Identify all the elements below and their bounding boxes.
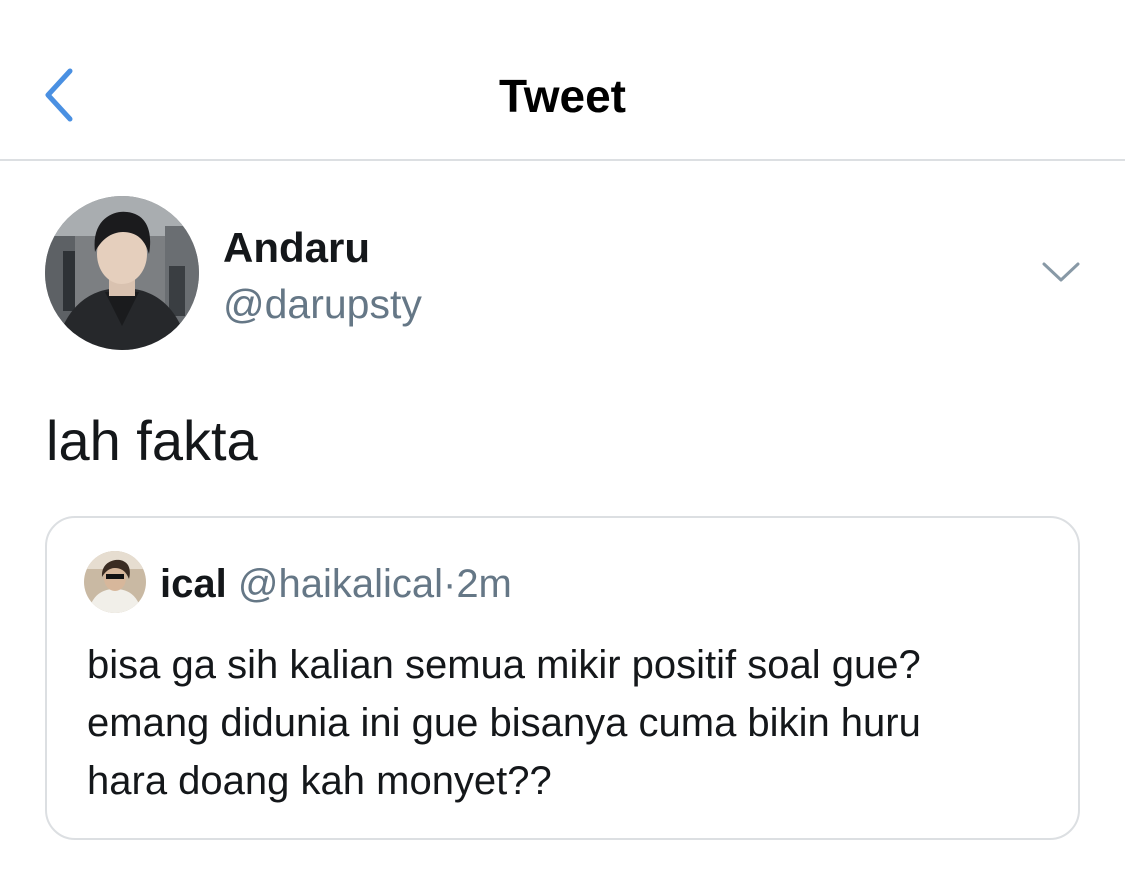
top-bar: Tweet (0, 0, 1125, 161)
tweet-menu-button[interactable] (1037, 252, 1085, 292)
chevron-down-icon (1042, 262, 1080, 282)
quoted-text: bisa ga sih kalian semua mikir positif s… (87, 636, 1057, 810)
quoted-text-line: emang didunia ini gue bisanya cuma bikin… (87, 701, 921, 745)
avatar[interactable] (45, 196, 199, 350)
author-name[interactable]: Andaru (223, 224, 370, 272)
quoted-text-line: hara doang kah monyet?? (87, 759, 552, 803)
quoted-time: 2m (456, 562, 512, 606)
quoted-text-line: bisa ga sih kalian semua mikir positif s… (87, 643, 921, 687)
quoted-tweet[interactable]: ical @haikalical·2m bisa ga sih kalian s… (45, 516, 1080, 840)
quoted-name[interactable]: ical (160, 562, 227, 606)
quoted-header: ical @haikalical·2m (160, 560, 512, 608)
quoted-avatar[interactable] (84, 551, 146, 613)
tweet-text: lah fakta (46, 409, 258, 472)
author-handle[interactable]: @darupsty (223, 280, 422, 328)
quoted-profile-photo (84, 551, 146, 613)
tweet-author: Andaru @darupsty (45, 196, 1085, 352)
quoted-separator: · (442, 562, 457, 606)
quoted-handle[interactable]: @haikalical (238, 562, 443, 606)
profile-photo (45, 196, 199, 350)
page-title: Tweet (499, 70, 626, 122)
